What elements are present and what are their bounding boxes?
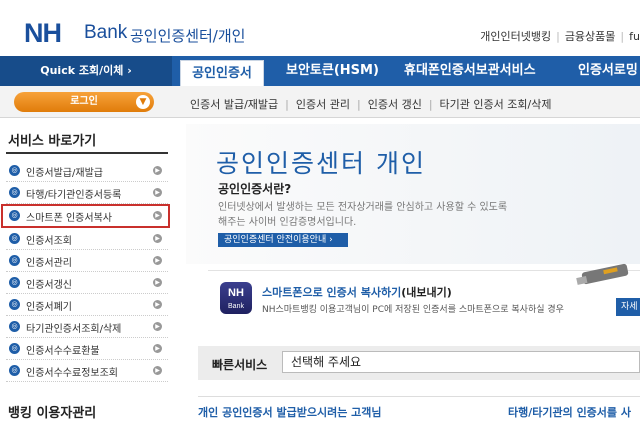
certificate-icon: ◎	[9, 255, 20, 266]
tab-roaming[interactable]: 인증서로밍	[578, 56, 638, 86]
logo-bank-text[interactable]: Bank	[84, 22, 127, 44]
arrow-right-icon: ▶	[153, 322, 162, 331]
quick-service-select[interactable]: 선택해 주세요	[282, 351, 640, 373]
link-financial-mall[interactable]: 금융상품몰	[565, 30, 616, 43]
sidebar-item-issue[interactable]: ◎ 인증서발급/재발급 ▶	[6, 160, 168, 182]
sidebar-item-label: 타행/타기관인증서등록	[26, 190, 122, 201]
sidebar-item-inquiry[interactable]: ◎ 인증서조회 ▶	[6, 228, 168, 250]
arrow-right-icon: ▶	[153, 188, 162, 197]
arrow-right-icon: ▶	[153, 234, 162, 243]
sidebar-item-label: 인증서폐기	[26, 302, 72, 313]
promo-title-sub: (내보내기)	[401, 286, 452, 299]
site-title: 공인인증센터/개인	[130, 27, 246, 45]
sidebar-item-label: 타기관인증서조회/삭제	[26, 324, 122, 335]
sidebar-title: 서비스 바로가기	[8, 134, 97, 149]
hero-question: 공인인증서란?	[218, 182, 292, 196]
hero-title: 공인인증센터 개인	[216, 149, 426, 178]
sidebar-item-label: 인증서갱신	[26, 280, 72, 291]
sidebar-item-revoke[interactable]: ◎ 인증서폐기 ▶	[6, 294, 168, 316]
personal-cert-issue-heading[interactable]: 개인 공인인증서 발급받으시려는 고객님	[198, 404, 382, 420]
nh-bank-app-icon: NH Bank	[220, 282, 252, 314]
arrow-right-icon: ▶	[153, 278, 162, 287]
link-personal-banking[interactable]: 개인인터넷뱅킹	[480, 30, 551, 43]
tab-certificate[interactable]: 공인인증서	[180, 60, 264, 86]
arrow-right-icon: ▶	[153, 344, 162, 353]
logo-nh[interactable]: NH	[24, 18, 62, 49]
arrow-right-icon: ▶	[153, 366, 162, 375]
safety-guide-button[interactable]: 공인인증센터 안전이용안내 ›	[218, 233, 348, 247]
subnav-other-inquiry[interactable]: 타기관 인증서 조회/삭제	[440, 98, 552, 111]
details-button[interactable]: 자세	[616, 298, 640, 316]
sidebar-title-banking-users: 뱅킹 이용자관리	[8, 406, 97, 421]
subnav-manage[interactable]: 인증서 관리	[296, 98, 350, 111]
sidebar-item-label: 인증서관리	[26, 258, 72, 269]
quick-service-label: 빠른서비스	[212, 358, 268, 372]
sidebar-item-fee-info[interactable]: ◎ 인증서수수료정보조회 ▶	[6, 360, 168, 382]
divider: |	[285, 98, 289, 111]
divider: |	[428, 98, 433, 111]
hero-description-line2: 해주는 사이버 인감증명서입니다.	[218, 217, 357, 228]
certificate-icon: ◎	[9, 233, 20, 244]
subnav-links: 인증서 발급/재발급 | 인증서 관리 | 인증서 갱신 | 타기관 인증서 조회/삭제	[190, 96, 551, 112]
other-bank-cert-heading[interactable]: 타행/타기관의 인증서를 사	[508, 404, 631, 420]
app-icon-label: NH	[228, 287, 244, 299]
sidebar-title-underline	[6, 152, 168, 154]
arrow-right-icon: ▶	[153, 300, 162, 309]
top-links: 개인인터넷뱅킹 | 금융상품몰 | fu	[480, 28, 640, 44]
divider: |	[556, 30, 560, 43]
sidebar-item-renew[interactable]: ◎ 인증서갱신 ▶	[6, 272, 168, 294]
login-button[interactable]: 로그인	[14, 92, 154, 112]
subnav-renew[interactable]: 인증서 갱신	[368, 98, 422, 111]
smartphone-copy-description: NH스마트뱅킹 이용고객님이 PC에 저장된 인증서를 스마트폰으로 복사하실 …	[262, 305, 564, 315]
divider: |	[620, 30, 625, 43]
sidebar-item-manage[interactable]: ◎ 인증서관리 ▶	[6, 250, 168, 272]
chevron-down-icon[interactable]: ▼	[136, 95, 150, 109]
arrow-right-icon: ▶	[153, 166, 162, 175]
divider	[198, 396, 640, 397]
certificate-icon: ◎	[9, 343, 20, 354]
quick-inquiry-transfer-button[interactable]: Quick 조회/이체 ›	[0, 56, 172, 86]
certificate-icon: ◎	[9, 165, 20, 176]
divider: |	[357, 98, 361, 111]
sidebar-item-other-register[interactable]: ◎ 타행/타기관인증서등록 ▶	[6, 182, 168, 204]
sidebar-item-fee-refund[interactable]: ◎ 인증서수수료환불 ▶	[6, 338, 168, 360]
sidebar-item-label: 인증서조회	[26, 236, 72, 247]
certificate-icon: ◎	[9, 321, 20, 332]
certificate-icon: ◎	[9, 277, 20, 288]
certificate-icon: ◎	[9, 187, 20, 198]
smartphone-copy-title[interactable]: 스마트폰으로 인증서 복사하기(내보내기)	[262, 284, 452, 300]
certificate-icon: ◎	[9, 299, 20, 310]
highlight-box	[1, 204, 170, 228]
link-more[interactable]: fu	[629, 30, 640, 43]
usb-token-icon	[576, 263, 629, 285]
app-icon-sublabel: Bank	[228, 303, 244, 310]
sidebar-item-label: 인증서발급/재발급	[26, 168, 103, 179]
subnav-issue[interactable]: 인증서 발급/재발급	[190, 98, 278, 111]
certificate-icon: ◎	[9, 365, 20, 376]
arrow-right-icon: ▶	[153, 256, 162, 265]
tab-phone-storage[interactable]: 휴대폰인증서보관서비스	[404, 56, 536, 86]
promo-title-main: 스마트폰으로 인증서 복사하기	[262, 286, 402, 299]
sidebar-item-label: 인증서수수료환불	[26, 346, 100, 357]
hero-description-line1: 인터넷상에서 발생하는 모든 전자상거래를 안심하고 사용할 수 있도록	[218, 202, 508, 213]
sidebar-item-label: 인증서수수료정보조회	[26, 368, 118, 379]
sidebar-item-other-inquiry[interactable]: ◎ 타기관인증서조회/삭제 ▶	[6, 316, 168, 338]
tab-security-token[interactable]: 보안토큰(HSM)	[286, 56, 379, 86]
